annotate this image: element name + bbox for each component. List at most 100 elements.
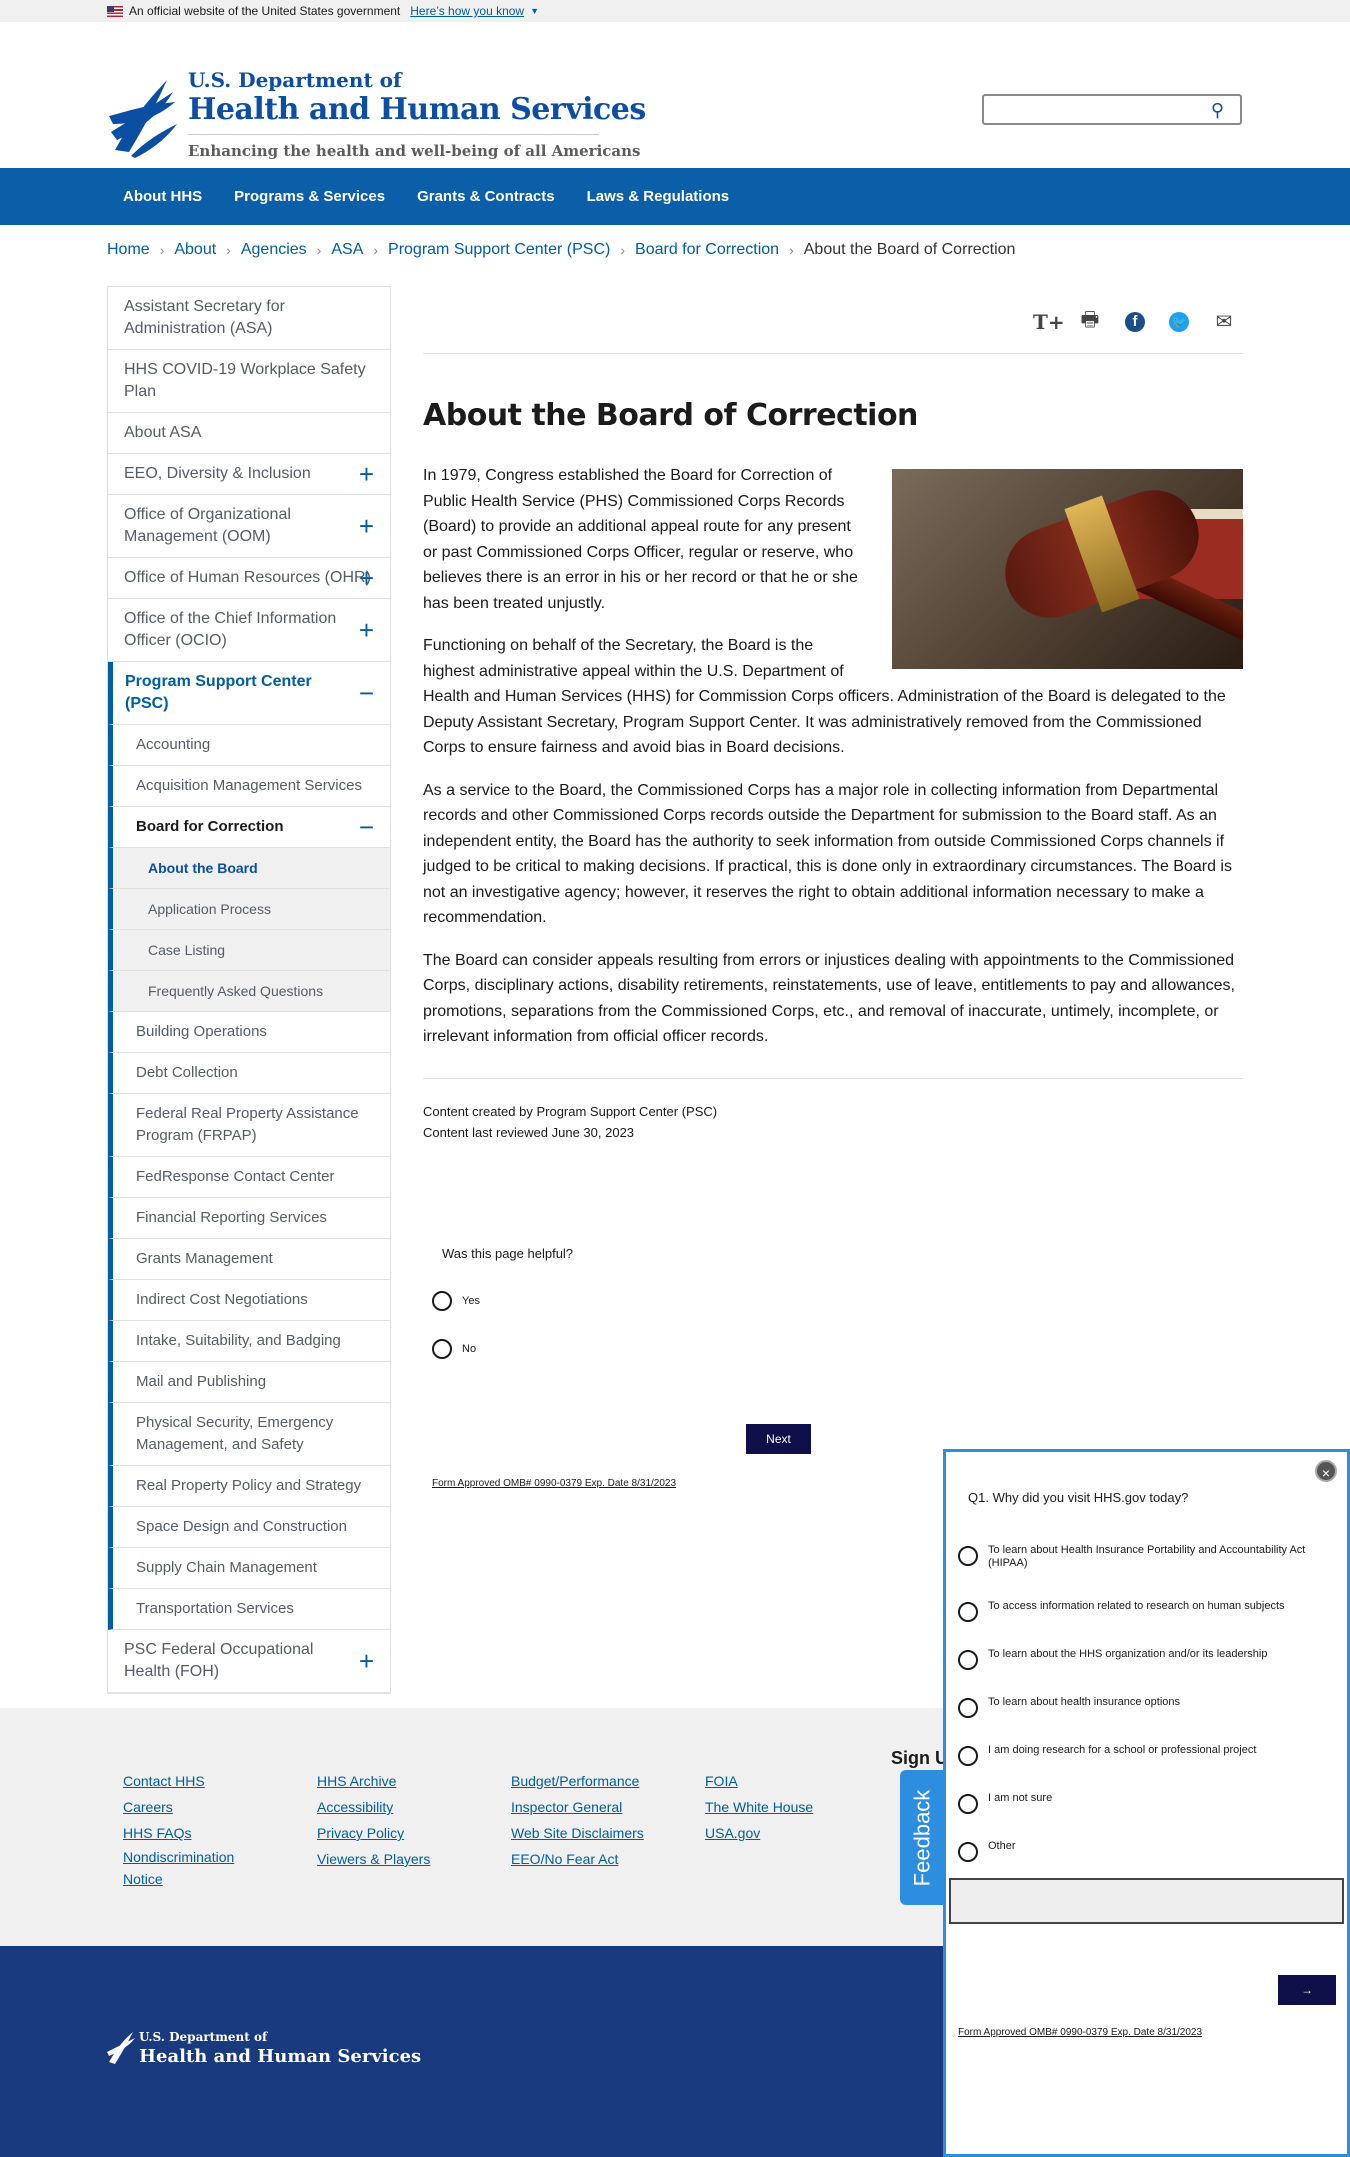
twitter-icon[interactable]: 🐦 <box>1169 311 1189 332</box>
poll-next-button[interactable]: Next <box>746 1424 811 1454</box>
sidenav-subitem[interactable]: FedResponse Contact Center <box>108 1157 390 1198</box>
sidenav-subsubitem[interactable]: Case Listing <box>108 930 390 971</box>
footer-link[interactable]: HHS FAQs <box>123 1820 243 1846</box>
radio-button[interactable] <box>958 1650 978 1670</box>
plus-icon[interactable]: + <box>359 513 374 539</box>
sidenav-subitem[interactable]: Intake, Suitability, and Badging <box>108 1321 390 1362</box>
sidenav-subsubitem[interactable]: Application Process <box>108 889 390 930</box>
radio-no[interactable] <box>432 1339 452 1359</box>
plus-icon[interactable]: + <box>359 565 374 591</box>
sidenav-item[interactable]: Office of Organizational Management (OOM… <box>108 495 390 558</box>
sidenav-subitem[interactable]: Mail and Publishing <box>108 1362 390 1403</box>
print-icon[interactable]: 🖶 <box>1079 305 1101 339</box>
poll-option-no[interactable]: No <box>432 1339 832 1359</box>
hhs-eagle-logo-icon[interactable] <box>107 72 179 158</box>
sidenav-subitem[interactable]: Grants Management <box>108 1239 390 1280</box>
footer-link[interactable]: Budget/Performance <box>511 1768 644 1794</box>
radio-button[interactable] <box>958 1746 978 1766</box>
footer-link[interactable]: Web Site Disclaimers <box>511 1820 644 1846</box>
sidenav-item-psc[interactable]: Program Support Center (PSC) − <box>108 662 390 725</box>
plus-icon[interactable]: + <box>359 1648 374 1674</box>
radio-button[interactable] <box>958 1794 978 1814</box>
footer-link[interactable]: Nondiscrimination Notice <box>123 1846 243 1890</box>
sidenav-subitem[interactable]: Indirect Cost Negotiations <box>108 1280 390 1321</box>
nav-programs-services[interactable]: Programs & Services <box>218 188 401 205</box>
hhs-eagle-logo-icon[interactable] <box>107 2030 135 2064</box>
footer-link[interactable]: Accessibility <box>317 1794 430 1820</box>
search-input[interactable]: ⚲ <box>982 94 1242 125</box>
nav-about-hhs[interactable]: About HHS <box>107 188 218 205</box>
footer-link[interactable]: Contact HHS <box>123 1768 243 1794</box>
radio-button[interactable] <box>958 1602 978 1622</box>
email-icon[interactable]: ✉ <box>1213 309 1235 334</box>
facebook-icon[interactable]: f <box>1125 311 1145 332</box>
feedback-option[interactable]: I am doing research for a school or prof… <box>958 1744 1328 1766</box>
sidenav-subsubitem[interactable]: About the Board <box>108 848 390 889</box>
footer-link[interactable]: EEO/No Fear Act <box>511 1846 644 1872</box>
radio-button[interactable] <box>958 1546 978 1566</box>
minus-icon[interactable]: − <box>359 680 374 706</box>
footer-link[interactable]: The White House <box>705 1794 813 1820</box>
radio-button[interactable] <box>958 1842 978 1862</box>
text-size-icon[interactable]: T+ <box>1033 310 1065 334</box>
sidenav-item[interactable]: PSC Federal Occupational Health (FOH) + <box>108 1630 390 1693</box>
sidenav-subitem-board[interactable]: Board for Correction − <box>108 807 390 848</box>
sidenav-item[interactable]: About ASA <box>108 413 390 454</box>
sidenav-subsubitem[interactable]: Frequently Asked Questions <box>108 971 390 1012</box>
sidenav-subitem[interactable]: Building Operations <box>108 1012 390 1053</box>
logo-tagline: Enhancing the health and well-being of a… <box>188 142 641 160</box>
sidenav-subitem[interactable]: Space Design and Construction <box>108 1507 390 1548</box>
breadcrumb-home[interactable]: Home <box>107 241 150 259</box>
sidenav-subitem[interactable]: Federal Real Property Assistance Program… <box>108 1094 390 1157</box>
feedback-next-button[interactable]: → <box>1278 1975 1336 2005</box>
feedback-option[interactable]: To learn about the HHS organization and/… <box>958 1648 1328 1670</box>
footer-link[interactable]: Careers <box>123 1794 243 1820</box>
search-icon[interactable]: ⚲ <box>1211 100 1224 121</box>
feedback-tab[interactable]: Feedback <box>900 1770 945 1905</box>
sidenav-item[interactable]: HHS COVID-19 Workplace Safety Plan <box>108 350 390 413</box>
footer-logo-line1: U.S. Department of <box>139 2030 268 2044</box>
breadcrumb-psc[interactable]: Program Support Center (PSC) <box>388 241 610 259</box>
feedback-option[interactable]: I am not sure <box>958 1792 1328 1814</box>
sidenav-subitem[interactable]: Accounting <box>108 725 390 766</box>
sidenav-item[interactable]: Assistant Secretary for Administration (… <box>108 287 390 350</box>
sidenav-subitem[interactable]: Physical Security, Emergency Management,… <box>108 1403 390 1466</box>
footer-link[interactable]: Privacy Policy <box>317 1820 430 1846</box>
poll-option-yes[interactable]: Yes <box>432 1291 832 1311</box>
sidenav-item[interactable]: EEO, Diversity & Inclusion + <box>108 454 390 495</box>
sidenav-subitem[interactable]: Real Property Policy and Strategy <box>108 1466 390 1507</box>
feedback-option[interactable]: To learn about Health Insurance Portabil… <box>958 1544 1328 1570</box>
radio-button[interactable] <box>958 1698 978 1718</box>
footer-link[interactable]: USA.gov <box>705 1820 813 1846</box>
feedback-option[interactable]: Other <box>958 1840 1328 1862</box>
nav-grants-contracts[interactable]: Grants & Contracts <box>401 188 571 205</box>
breadcrumb-agencies[interactable]: Agencies <box>241 241 307 259</box>
radio-yes[interactable] <box>432 1291 452 1311</box>
nav-laws-regulations[interactable]: Laws & Regulations <box>571 188 746 205</box>
breadcrumb-about[interactable]: About <box>174 241 216 259</box>
poll-omb-link[interactable]: Form Approved OMB# 0990-0379 Exp. Date 8… <box>432 1478 676 1489</box>
feedback-other-input[interactable] <box>949 1878 1344 1924</box>
sidenav-subitem[interactable]: Acquisition Management Services <box>108 766 390 807</box>
feedback-omb-link[interactable]: Form Approved OMB# 0990-0379 Exp. Date 8… <box>958 2027 1202 2038</box>
feedback-option[interactable]: To access information related to researc… <box>958 1600 1328 1622</box>
footer-link[interactable]: FOIA <box>705 1768 813 1794</box>
sidenav-subitem[interactable]: Debt Collection <box>108 1053 390 1094</box>
how-you-know-link[interactable]: Here’s how you know <box>410 4 524 18</box>
sidenav-item[interactable]: Office of Human Resources (OHR) + <box>108 558 390 599</box>
footer-link[interactable]: HHS Archive <box>317 1768 430 1794</box>
plus-icon[interactable]: + <box>359 461 374 487</box>
chevron-down-icon[interactable]: ▼ <box>530 6 539 16</box>
sidenav-subitem[interactable]: Transportation Services <box>108 1589 390 1630</box>
breadcrumb-asa[interactable]: ASA <box>331 241 363 259</box>
sidenav-item[interactable]: Office of the Chief Information Officer … <box>108 599 390 662</box>
breadcrumb-board[interactable]: Board for Correction <box>635 241 779 259</box>
feedback-option[interactable]: To learn about health insurance options <box>958 1696 1328 1718</box>
footer-link[interactable]: Inspector General <box>511 1794 644 1820</box>
plus-icon[interactable]: + <box>359 617 374 643</box>
close-icon[interactable]: × <box>1315 1460 1337 1482</box>
sidenav-subitem[interactable]: Supply Chain Management <box>108 1548 390 1589</box>
sidenav-subitem[interactable]: Financial Reporting Services <box>108 1198 390 1239</box>
minus-icon[interactable]: − <box>359 814 374 840</box>
footer-link[interactable]: Viewers & Players <box>317 1846 430 1872</box>
